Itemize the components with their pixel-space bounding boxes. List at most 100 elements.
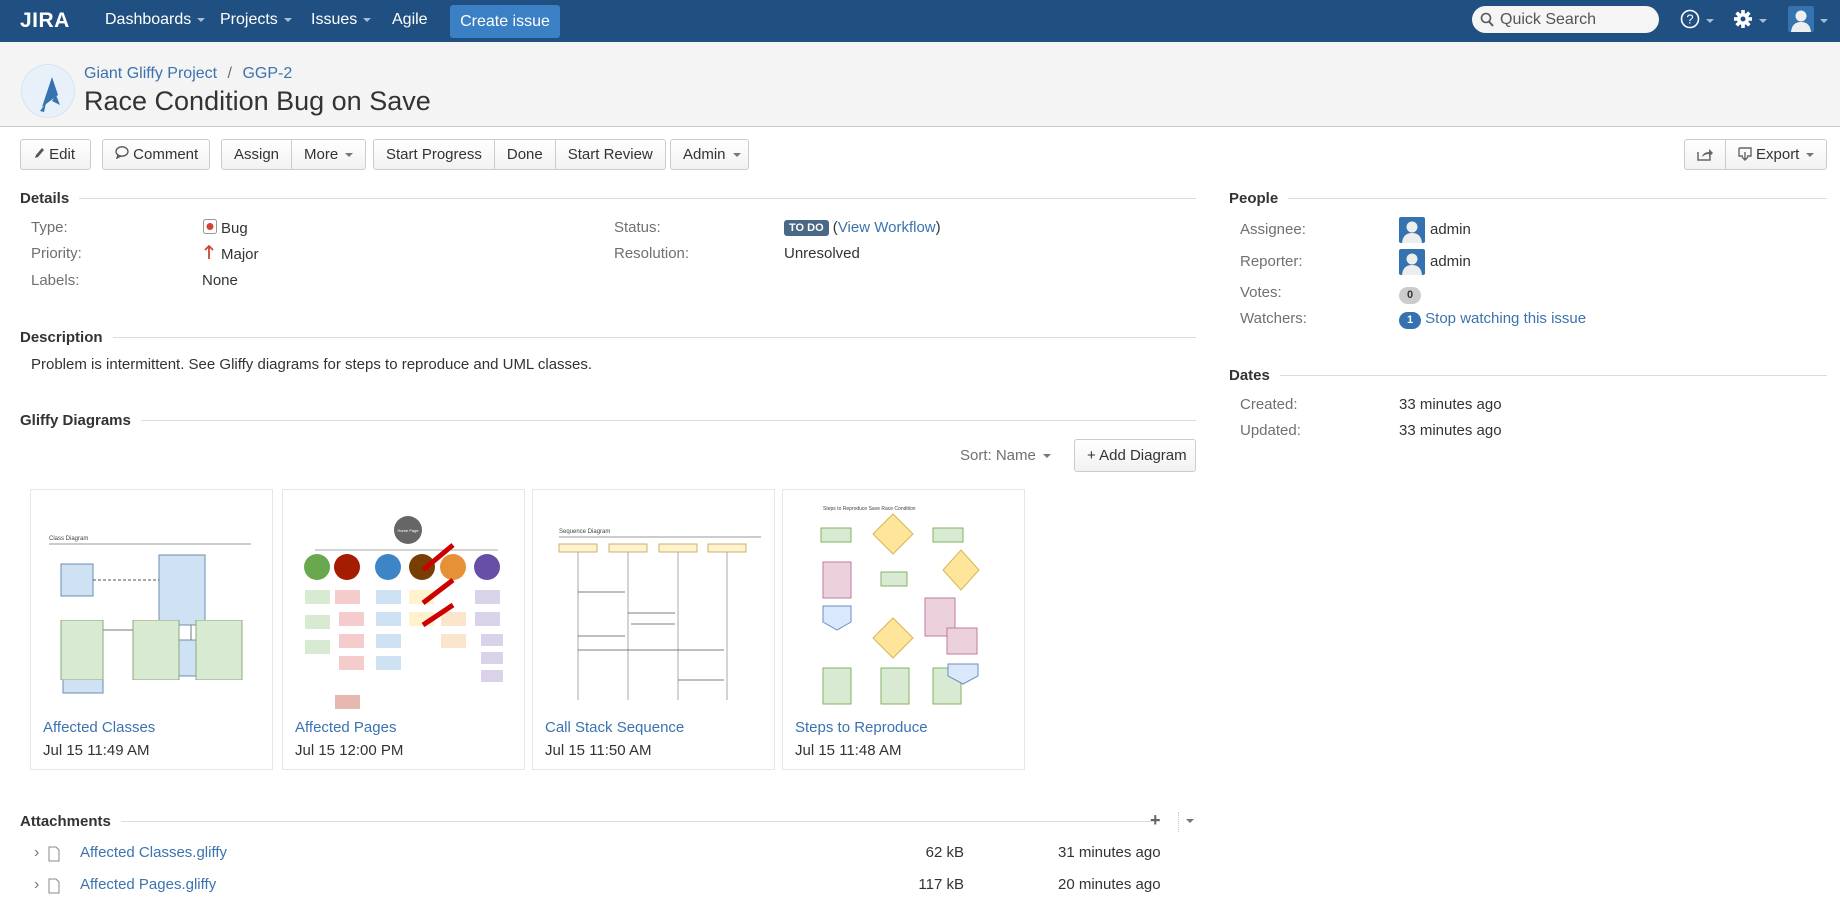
edit-button[interactable]: Edit (20, 139, 91, 170)
attachment-link[interactable]: Affected Classes.gliffy (80, 844, 227, 861)
diagram-card[interactable]: Sequence Diagram Call Stack Sequence Jul… (532, 489, 775, 770)
more-button[interactable]: More (292, 140, 365, 169)
user-profile-menu[interactable] (1788, 6, 1828, 37)
chevron-down-icon (283, 17, 292, 22)
details-heading-text: Details (20, 189, 70, 207)
help-menu[interactable]: ? (1680, 9, 1714, 34)
svg-text:?: ? (1686, 12, 1693, 27)
issue-title: Race Condition Bug on Save (84, 86, 431, 116)
create-issue-button[interactable]: Create issue (450, 5, 560, 38)
updated-label: Updated: (1240, 422, 1301, 439)
gliffy-heading-text: Gliffy Diagrams (20, 411, 131, 429)
nav-agile[interactable]: Agile (392, 0, 428, 42)
add-attachment-button[interactable]: + (1150, 810, 1161, 831)
diagram-date: Jul 15 11:48 AM (795, 742, 902, 759)
labels-value[interactable]: None (202, 272, 238, 289)
description-text[interactable]: Problem is intermittent. See Gliffy diag… (31, 356, 592, 373)
class-diagram-thumbnail-lower (60, 620, 243, 680)
nav-label: Issues (311, 11, 358, 28)
divider (1279, 374, 1827, 376)
chevron-down-icon (1820, 19, 1828, 23)
assignee-value[interactable]: admin (1399, 217, 1471, 243)
nav-label: Projects (220, 11, 278, 28)
stop-watching-link[interactable]: Stop watching this issue (1425, 310, 1586, 327)
jira-logo[interactable]: JIRA (20, 9, 70, 33)
start-progress-button[interactable]: Start Progress (374, 140, 495, 169)
expand-chevron-icon[interactable]: › (34, 844, 39, 862)
admin-button[interactable]: Admin (670, 139, 749, 170)
sequence-diagram-thumbnail: Sequence Diagram (558, 529, 761, 700)
comment-button[interactable]: Comment (102, 139, 210, 170)
comment-icon (115, 146, 129, 160)
chevron-down-icon (1806, 153, 1815, 158)
thumb-title: Sequence Diagram (559, 529, 610, 535)
arrow-up-icon (204, 244, 214, 259)
chevron-down-icon (732, 153, 741, 158)
description-heading-text: Description (20, 328, 103, 346)
file-icon (48, 878, 60, 894)
diagram-name-link[interactable]: Steps to Reproduce (795, 719, 928, 736)
watchers-value: 1 Stop watching this issue (1399, 310, 1586, 329)
attachment-size: 117 kB (918, 876, 964, 893)
attachment-age: 31 minutes ago (1058, 844, 1161, 861)
diagram-name-link[interactable]: Affected Classes (43, 719, 155, 736)
nav-projects[interactable]: Projects (220, 0, 292, 42)
gliffy-diagrams-heading: Gliffy Diagrams (20, 410, 1196, 430)
nav-issues[interactable]: Issues (311, 0, 372, 42)
diagram-card[interactable]: Steps to Reproduce Save Race Condition S… (782, 489, 1025, 770)
dates-heading-text: Dates (1229, 366, 1270, 384)
sort-dropdown[interactable]: Sort: Name (960, 447, 1051, 464)
thumb-title: Home Page (397, 528, 419, 533)
divider (1288, 197, 1827, 199)
quick-search-placeholder: Quick Search (1500, 11, 1597, 28)
diagram-name-link[interactable]: Call Stack Sequence (545, 719, 684, 736)
dates-heading: Dates (1229, 365, 1827, 385)
attachment-link[interactable]: Affected Pages.gliffy (80, 876, 216, 893)
avatar (1399, 249, 1425, 275)
done-button[interactable]: Done (495, 140, 556, 169)
download-icon (1738, 147, 1752, 161)
diagram-card[interactable]: Home Page Affected Pages Jul 15 12:00 PM (282, 489, 525, 770)
labels-label: Labels: (31, 272, 80, 289)
type-text: Bug (221, 220, 248, 237)
priority-text: Major (221, 246, 259, 263)
thumb-title: Class Diagram (49, 536, 88, 542)
chevron-down-icon (1759, 19, 1767, 23)
add-diagram-button[interactable]: + Add Diagram (1074, 439, 1196, 472)
avatar (1788, 6, 1814, 32)
comment-label: Comment (133, 146, 199, 163)
quick-search-input[interactable]: Quick Search (1472, 6, 1659, 33)
updated-value: 33 minutes ago (1399, 422, 1502, 439)
admin-label: Admin (683, 146, 726, 163)
expand-chevron-icon[interactable]: › (34, 876, 39, 894)
votes-value[interactable]: 0 (1399, 285, 1421, 304)
chevron-down-icon (1186, 818, 1194, 823)
admin-settings-menu[interactable] (1733, 9, 1767, 34)
nav-dashboards[interactable]: Dashboards (105, 0, 206, 42)
diagram-name-link[interactable]: Affected Pages (295, 719, 396, 736)
people-heading-text: People (1229, 189, 1279, 207)
created-value: 33 minutes ago (1399, 396, 1502, 413)
breadcrumb-separator: / (227, 65, 232, 82)
start-review-button[interactable]: Start Review (556, 140, 665, 169)
reporter-value[interactable]: admin (1399, 249, 1471, 275)
watchers-badge[interactable]: 1 (1399, 312, 1421, 329)
project-avatar[interactable] (21, 64, 75, 118)
attachment-row: › Affected Pages.gliffy 117 kB 20 minute… (34, 876, 1164, 898)
attachment-size: 62 kB (925, 844, 964, 861)
attachment-options-dropdown[interactable] (1178, 812, 1194, 832)
type-label: Type: (31, 219, 68, 236)
priority-label: Priority: (31, 245, 82, 262)
watchers-label: Watchers: (1240, 310, 1307, 327)
assign-button[interactable]: Assign (222, 140, 293, 169)
breadcrumb-project-link[interactable]: Giant Gliffy Project (84, 65, 217, 82)
breadcrumb-issue-key-link[interactable]: GGP-2 (242, 65, 292, 82)
attachments-heading: Attachments (20, 811, 1160, 831)
share-button[interactable] (1685, 140, 1726, 169)
diagram-card[interactable]: Class Diagram Affected Classes Jul 15 11… (30, 489, 273, 770)
view-workflow-link[interactable]: View Workflow (838, 219, 936, 236)
description-heading: Description (20, 327, 1196, 347)
priority-value: Major (203, 244, 259, 263)
export-button[interactable]: Export (1726, 140, 1826, 169)
people-heading: People (1229, 188, 1827, 208)
